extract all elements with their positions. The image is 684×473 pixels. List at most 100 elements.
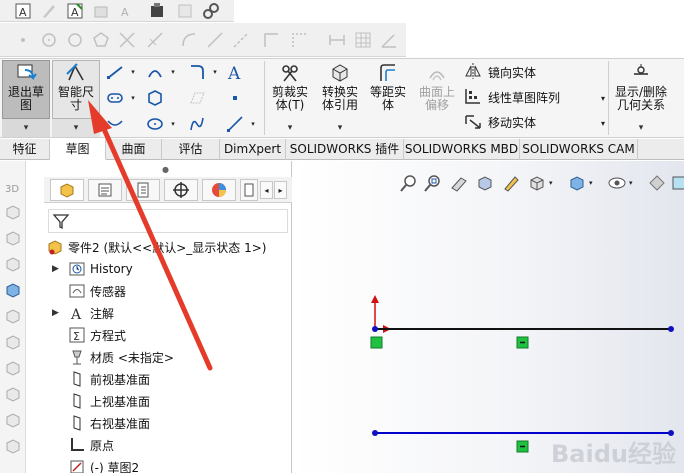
- tree-item-equations[interactable]: Σ 方程式: [68, 325, 126, 345]
- text-tool-icon[interactable]: A: [14, 2, 32, 20]
- convert-entities-button[interactable]: 转换实 体引用: [316, 60, 364, 118]
- tree-item-right-plane[interactable]: 右视基准面: [68, 413, 150, 433]
- annotation-text-icon[interactable]: A: [66, 2, 84, 20]
- linear-pattern-button[interactable]: 线性草图阵列: [464, 86, 560, 108]
- plane-tool-icon[interactable]: [188, 89, 206, 107]
- display-manager-tab-icon[interactable]: [202, 179, 236, 201]
- text-sketch-icon[interactable]: A: [226, 63, 244, 81]
- arc-dropdown-icon[interactable]: ▾: [164, 63, 182, 81]
- tab-dimxpert[interactable]: DimXpert: [220, 139, 286, 160]
- more-tabs-icon[interactable]: [240, 179, 258, 201]
- configuration-manager-tab-icon[interactable]: [126, 179, 160, 201]
- tab-solidworks-mbd[interactable]: SOLIDWORKS MBD: [404, 139, 520, 160]
- offset-on-surface-button[interactable]: 曲面上 偏移: [414, 60, 460, 118]
- centerline-tool-icon[interactable]: [226, 115, 244, 133]
- horizontal-dim-icon[interactable]: [328, 31, 346, 49]
- perimeter-circle-icon[interactable]: [66, 31, 84, 49]
- spline-wave-icon[interactable]: [188, 115, 206, 133]
- mirror-entities-button[interactable]: 镜向实体: [464, 61, 536, 83]
- tabs-scroll-left[interactable]: ◂: [260, 181, 273, 199]
- polygon-icon[interactable]: [92, 31, 110, 49]
- box-icon-2[interactable]: [4, 229, 22, 247]
- tab-evaluate[interactable]: 评估: [162, 139, 220, 160]
- fillet-dropdown-icon[interactable]: ▾: [206, 63, 224, 81]
- trim-dropdown[interactable]: ▾: [268, 119, 312, 137]
- display-delete-dropdown[interactable]: ▾: [610, 119, 672, 137]
- tree-item-origin[interactable]: 原点: [68, 435, 114, 455]
- exit-sketch-button[interactable]: 退出草 图: [2, 60, 50, 118]
- corner-icon[interactable]: [262, 31, 280, 49]
- box-icon-1[interactable]: [4, 203, 22, 221]
- angle-icon[interactable]: [380, 31, 398, 49]
- dimxpert-manager-tab-icon[interactable]: [164, 179, 198, 201]
- arc-tool-icon[interactable]: [146, 63, 164, 81]
- tree-item-material[interactable]: 材质 <未指定>: [68, 347, 174, 367]
- polygon-tool-icon[interactable]: [146, 89, 164, 107]
- tree-item-front-plane[interactable]: 前视基准面: [68, 369, 150, 389]
- box-icon-5[interactable]: [4, 333, 22, 351]
- graphics-area[interactable]: ▾ ▾ ▾ Baidu经验: [293, 161, 684, 473]
- trim-entities-button[interactable]: 剪裁实 体(T): [268, 60, 312, 118]
- sketch-canvas[interactable]: [293, 161, 684, 473]
- centerline-dropdown-icon[interactable]: ▾: [244, 115, 262, 133]
- tab-sketch[interactable]: 草图: [50, 139, 106, 160]
- part-blue-icon[interactable]: [4, 281, 22, 299]
- 3d-icon[interactable]: 3D: [4, 179, 22, 197]
- tab-features[interactable]: 特征: [0, 139, 50, 160]
- box-icon-9[interactable]: [4, 437, 22, 455]
- tree-item-history[interactable]: History: [68, 259, 133, 279]
- tabs-scroll-right[interactable]: ▸: [274, 181, 287, 199]
- centerline-icon[interactable]: [232, 31, 250, 49]
- extend-icon[interactable]: [146, 31, 164, 49]
- circle-icon[interactable]: [40, 31, 58, 49]
- fillet-icon[interactable]: [180, 31, 198, 49]
- block-icon[interactable]: [92, 2, 110, 20]
- part-root-row[interactable]: 零件2 (默认<<默认>_显示状态 1>): [46, 237, 266, 257]
- box-icon-6[interactable]: [4, 359, 22, 377]
- tree-item-sensors[interactable]: 传感器: [68, 281, 126, 301]
- convert-dropdown[interactable]: ▾: [316, 119, 364, 137]
- panel-handle-icon[interactable]: ●: [162, 165, 172, 175]
- tree-item-sketch2[interactable]: (-) 草图2: [68, 457, 139, 473]
- fillet-tool-icon[interactable]: [188, 63, 206, 81]
- box-icon-7[interactable]: [4, 385, 22, 403]
- ellipse-tool-icon[interactable]: [146, 115, 164, 133]
- tab-solidworks-cam[interactable]: SOLIDWORKS CAM: [520, 139, 638, 160]
- tab-solidworks-addins[interactable]: SOLIDWORKS 插件: [286, 139, 404, 160]
- dashed-corner-icon[interactable]: [290, 31, 308, 49]
- box-icon-4[interactable]: [4, 307, 22, 325]
- history-expander-icon[interactable]: ▶: [52, 264, 59, 274]
- note-icon[interactable]: A: [118, 2, 136, 20]
- tab-surfaces[interactable]: 曲面: [106, 139, 162, 160]
- box-icon-3[interactable]: [4, 255, 22, 273]
- smart-dimension-dropdown[interactable]: ▾: [52, 119, 100, 137]
- feature-tree-tab-icon[interactable]: [50, 179, 84, 201]
- tree-item-top-plane[interactable]: 上视基准面: [68, 391, 150, 411]
- slot-tool-icon[interactable]: [106, 89, 124, 107]
- property-manager-tab-icon[interactable]: [88, 179, 122, 201]
- line-dropdown-icon[interactable]: ▾: [124, 63, 142, 81]
- spline-tool-icon[interactable]: [106, 115, 124, 133]
- chain-icon[interactable]: [202, 2, 220, 20]
- datum-icon[interactable]: [176, 2, 194, 20]
- point-icon[interactable]: [14, 31, 32, 49]
- offset-entities-button[interactable]: 等距实 体: [366, 60, 410, 118]
- exit-sketch-dropdown[interactable]: ▾: [2, 119, 50, 137]
- box-icon-8[interactable]: [4, 411, 22, 429]
- filter-box[interactable]: [48, 209, 288, 233]
- slot-dropdown-icon[interactable]: ▾: [124, 89, 142, 107]
- trim-small-icon[interactable]: [118, 31, 136, 49]
- move-entities-button[interactable]: 移动实体: [464, 111, 536, 133]
- sketch-icon: [68, 458, 86, 473]
- smart-dimension-button[interactable]: 智能尺 寸: [52, 60, 100, 118]
- annotations-expander-icon[interactable]: ▶: [52, 308, 59, 318]
- tree-item-annotations[interactable]: A 注解: [68, 303, 114, 323]
- point-tool-icon[interactable]: [226, 89, 244, 107]
- line-icon[interactable]: [206, 31, 224, 49]
- line-tool-icon[interactable]: [106, 63, 124, 81]
- display-delete-relations-button[interactable]: 显示/删除 几何关系: [610, 60, 672, 118]
- weld-icon[interactable]: [148, 2, 166, 20]
- ellipse-dropdown-icon[interactable]: ▾: [164, 115, 182, 133]
- grid-icon[interactable]: [354, 31, 372, 49]
- pen-tool-icon[interactable]: [40, 2, 58, 20]
